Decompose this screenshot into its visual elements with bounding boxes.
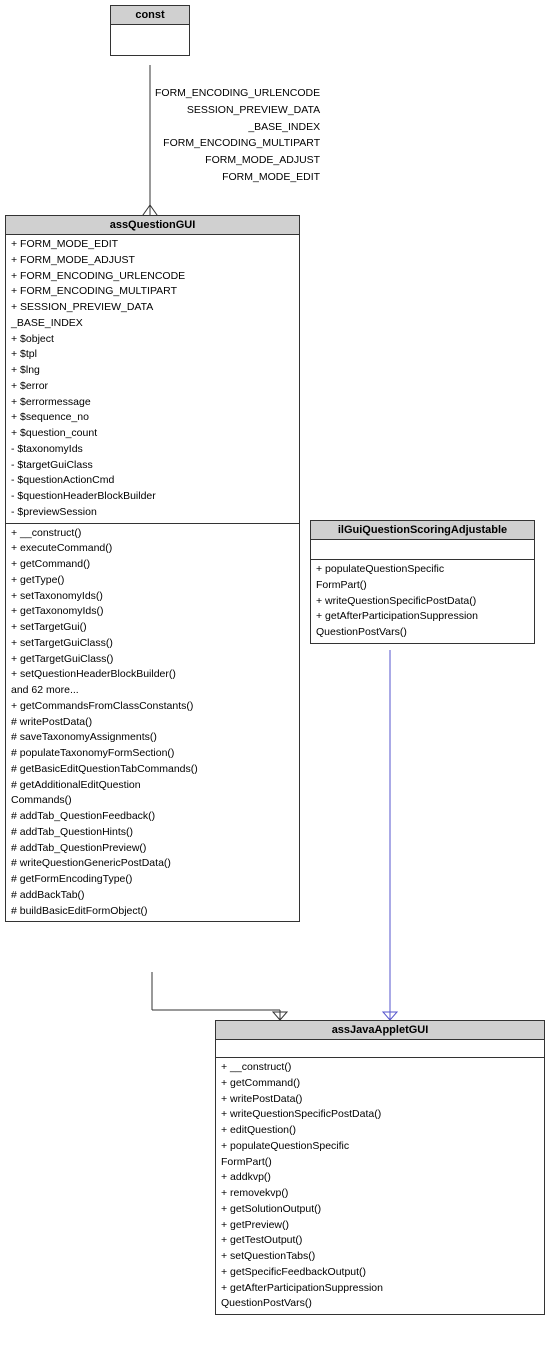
const-section	[111, 25, 189, 55]
assq-meth-8: + getTargetGuiClass()	[11, 652, 294, 668]
assjava-meth-5: + populateQuestionSpecific	[221, 1139, 539, 1155]
assq-attr-11: + $sequence_no	[11, 410, 294, 426]
ilgui-meth-1: FormPart()	[316, 578, 529, 594]
assq-meth-20: # addTab_QuestionPreview()	[11, 841, 294, 857]
assq-meth-14: # populateTaxonomyFormSection()	[11, 746, 294, 762]
assq-meth-0: + __construct()	[11, 526, 294, 542]
assq-meth-19: # addTab_QuestionHints()	[11, 825, 294, 841]
assjava-meth-2: + writePostData()	[221, 1092, 539, 1108]
assq-meth-6: + setTargetGui()	[11, 620, 294, 636]
assq-meth-21: # writeQuestionGenericPostData()	[11, 856, 294, 872]
assjava-meth-12: + setQuestionTabs()	[221, 1249, 539, 1265]
assq-meth-2: + getCommand()	[11, 557, 294, 573]
assjava-meth-9: + getSolutionOutput()	[221, 1202, 539, 1218]
assq-attr-12: + $question_count	[11, 426, 294, 442]
assq-attr-2: + FORM_ENCODING_URLENCODE	[11, 269, 294, 285]
assquestiongui-section2: + __construct() + executeCommand() + get…	[6, 524, 299, 922]
assq-meth-13: # saveTaxonomyAssignments()	[11, 730, 294, 746]
assjava-meth-10: + getPreview()	[221, 1218, 539, 1234]
assq-meth-1: + executeCommand()	[11, 541, 294, 557]
const-box: const	[110, 5, 190, 56]
assq-attr-6: + $object	[11, 332, 294, 348]
assq-attr-9: + $error	[11, 379, 294, 395]
assquestiongui-box: assQuestionGUI + FORM_MODE_EDIT + FORM_M…	[5, 215, 300, 922]
assjava-meth-0: + __construct()	[221, 1060, 539, 1076]
assjava-meth-6: FormPart()	[221, 1155, 539, 1171]
assq-attr-7: + $tpl	[11, 347, 294, 363]
ilgui-title: ilGuiQuestionScoringAdjustable	[311, 521, 534, 540]
ilgui-section1	[311, 540, 534, 560]
assq-meth-23: # addBackTab()	[11, 888, 294, 904]
assjava-meth-14: + getAfterParticipationSuppression	[221, 1281, 539, 1297]
assjava-meth-11: + getTestOutput()	[221, 1233, 539, 1249]
diagram-container: const FORM_ENCODING_URLENCODE SESSION_PR…	[0, 0, 557, 1365]
assq-meth-5: + getTaxonomyIds()	[11, 604, 294, 620]
assq-meth-17: Commands()	[11, 793, 294, 809]
const-label-5: FORM_MODE_EDIT	[155, 169, 320, 186]
assjava-meth-7: + addkvp()	[221, 1170, 539, 1186]
const-label-4: FORM_MODE_ADJUST	[155, 152, 320, 169]
const-labels: FORM_ENCODING_URLENCODE SESSION_PREVIEW_…	[155, 85, 320, 186]
assjava-meth-8: + removekvp()	[221, 1186, 539, 1202]
assq-meth-7: + setTargetGuiClass()	[11, 636, 294, 652]
assjava-meth-4: + editQuestion()	[221, 1123, 539, 1139]
ilgui-meth-4: QuestionPostVars()	[316, 625, 529, 641]
const-label-3: FORM_ENCODING_MULTIPART	[155, 135, 320, 152]
ilgui-meth-0: + populateQuestionSpecific	[316, 562, 529, 578]
assq-meth-4: + setTaxonomyIds()	[11, 589, 294, 605]
assq-meth-15: # getBasicEditQuestionTabCommands()	[11, 762, 294, 778]
assq-meth-9: + setQuestionHeaderBlockBuilder()	[11, 667, 294, 683]
assq-meth-18: # addTab_QuestionFeedback()	[11, 809, 294, 825]
assjava-title: assJavaAppletGUI	[216, 1021, 544, 1040]
assq-meth-11: + getCommandsFromClassConstants()	[11, 699, 294, 715]
ilgui-meth-3: + getAfterParticipationSuppression	[316, 609, 529, 625]
assq-meth-24: # buildBasicEditFormObject()	[11, 904, 294, 920]
assq-attr-3: + FORM_ENCODING_MULTIPART	[11, 284, 294, 300]
assq-meth-12: # writePostData()	[11, 715, 294, 731]
assq-attr-17: - $previewSession	[11, 505, 294, 521]
assjava-section2: + __construct() + getCommand() + writePo…	[216, 1058, 544, 1314]
assjava-section1	[216, 1040, 544, 1058]
assjava-meth-13: + getSpecificFeedbackOutput()	[221, 1265, 539, 1281]
assquestiongui-title: assQuestionGUI	[6, 216, 299, 235]
assq-meth-22: # getFormEncodingType()	[11, 872, 294, 888]
assq-attr-15: - $questionActionCmd	[11, 473, 294, 489]
assq-attr-13: - $taxonomyIds	[11, 442, 294, 458]
assjava-meth-1: + getCommand()	[221, 1076, 539, 1092]
assquestiongui-section1: + FORM_MODE_EDIT + FORM_MODE_ADJUST + FO…	[6, 235, 299, 524]
assq-attr-14: - $targetGuiClass	[11, 458, 294, 474]
assq-attr-16: - $questionHeaderBlockBuilder	[11, 489, 294, 505]
assq-meth-3: + getType()	[11, 573, 294, 589]
ilgui-meth-2: + writeQuestionSpecificPostData()	[316, 594, 529, 610]
assjava-meth-3: + writeQuestionSpecificPostData()	[221, 1107, 539, 1123]
assq-meth-10: and 62 more...	[11, 683, 294, 699]
assjava-meth-15: QuestionPostVars()	[221, 1296, 539, 1312]
assq-attr-1: + FORM_MODE_ADJUST	[11, 253, 294, 269]
ilgui-box: ilGuiQuestionScoringAdjustable + populat…	[310, 520, 535, 644]
const-label-1: SESSION_PREVIEW_DATA	[155, 102, 320, 119]
const-label-2: _BASE_INDEX	[155, 119, 320, 136]
assq-meth-16: # getAdditionalEditQuestion	[11, 778, 294, 794]
const-label-0: FORM_ENCODING_URLENCODE	[155, 85, 320, 102]
ilgui-section2: + populateQuestionSpecific FormPart() + …	[311, 560, 534, 643]
assq-attr-10: + $errormessage	[11, 395, 294, 411]
assq-attr-4: + SESSION_PREVIEW_DATA	[11, 300, 294, 316]
assq-attr-8: + $lng	[11, 363, 294, 379]
assjava-box: assJavaAppletGUI + __construct() + getCo…	[215, 1020, 545, 1315]
assq-attr-0: + FORM_MODE_EDIT	[11, 237, 294, 253]
const-title: const	[111, 6, 189, 25]
assq-attr-5: _BASE_INDEX	[11, 316, 294, 332]
